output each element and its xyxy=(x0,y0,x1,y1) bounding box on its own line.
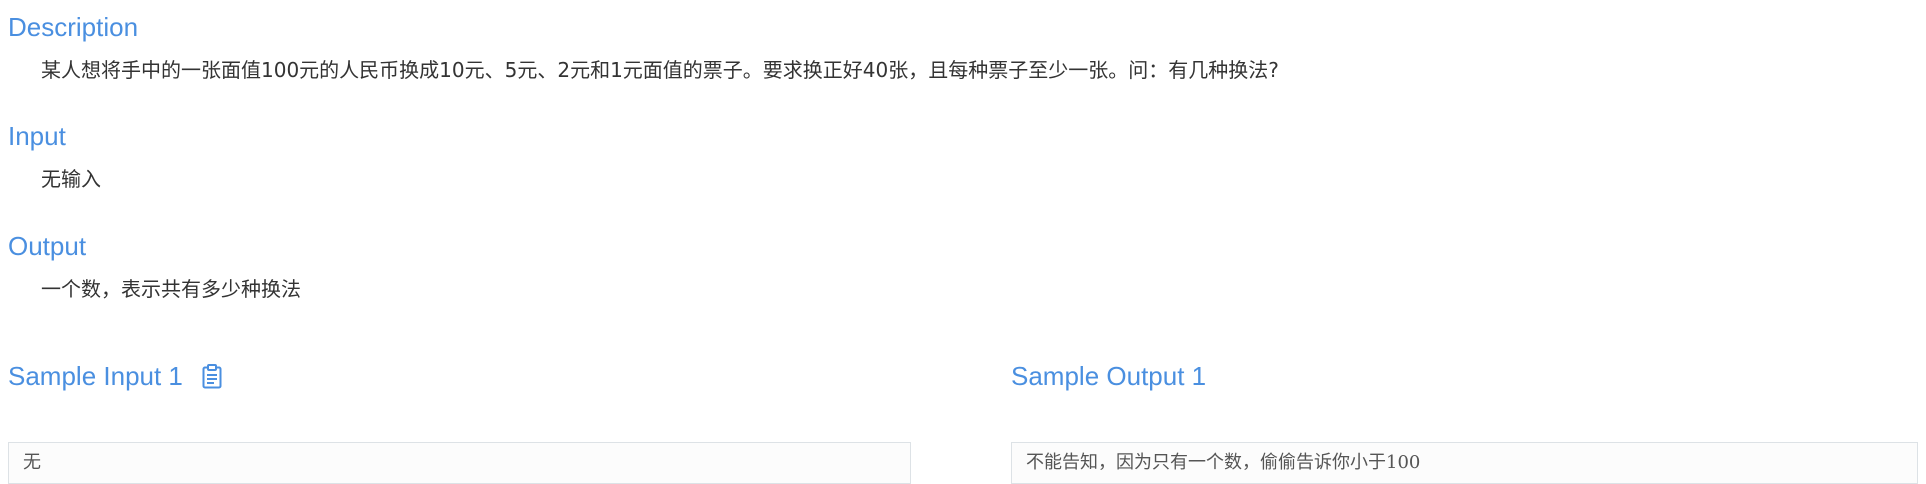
sample-input-heading: Sample Input 1 xyxy=(8,361,183,391)
output-text: 一个数，表示共有多少种换法 xyxy=(41,277,301,301)
input-heading: Input xyxy=(8,121,66,151)
description-text: 某人想将手中的一张面值100元的人民币换成10元、5元、2元和1元面值的票子。要… xyxy=(41,58,1279,82)
sample-output-heading: Sample Output 1 xyxy=(1011,361,1207,391)
input-text: 无输入 xyxy=(41,167,101,191)
sample-output-box[interactable]: 不能告知，因为只有一个数，偷偷告诉你小于100 xyxy=(1011,442,1918,484)
sample-input-box[interactable]: 无 xyxy=(8,442,911,484)
clipboard-icon[interactable] xyxy=(199,361,225,391)
description-heading: Description xyxy=(8,12,139,42)
sample-output-header: Sample Output 1 xyxy=(1011,361,1206,391)
sample-input-header: Sample Input 1 xyxy=(8,361,225,391)
output-heading: Output xyxy=(8,231,87,261)
